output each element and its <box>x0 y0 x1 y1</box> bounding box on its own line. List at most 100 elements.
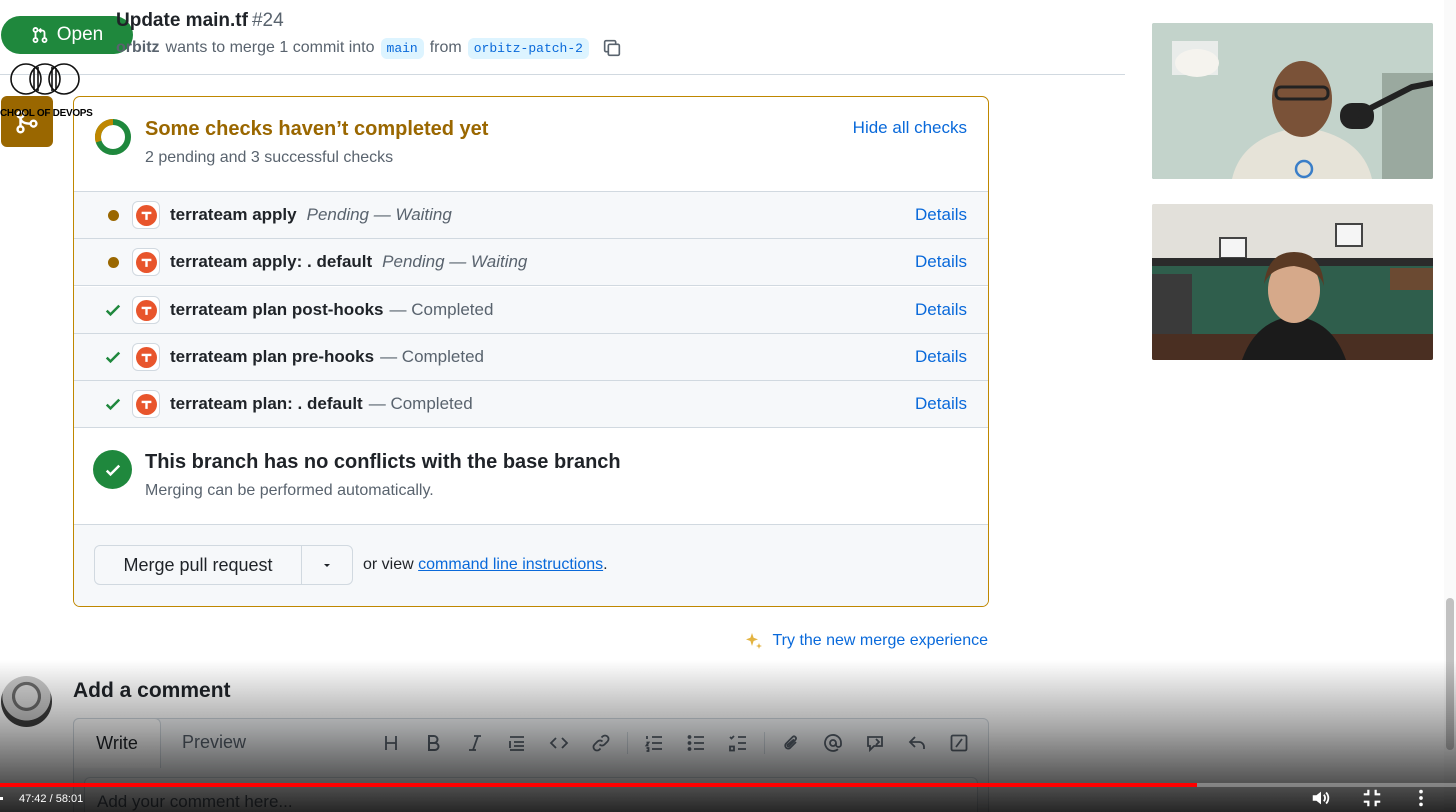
check-row: terrateam apply: . default Pending — Wait… <box>74 239 988 286</box>
mention-button[interactable] <box>812 731 854 755</box>
comment-editor: Write Preview Add your comment here... <box>73 718 989 812</box>
try-new-merge-link[interactable]: Try the new merge experience <box>744 631 988 651</box>
check-row: terrateam apply Pending — Waiting Details <box>74 192 988 239</box>
sparkle-icon <box>746 633 763 649</box>
bold-button[interactable] <box>412 731 454 755</box>
conflict-status: This branch has no conflicts with the ba… <box>74 429 988 525</box>
italic-icon <box>469 735 481 751</box>
head-branch[interactable]: orbitz-patch-2 <box>467 37 589 59</box>
video-progress-bar[interactable] <box>0 783 1456 787</box>
pr-author[interactable]: orbitz <box>116 39 160 57</box>
check-details-link[interactable]: Details <box>915 252 967 272</box>
terrateam-app-icon[interactable] <box>132 390 160 418</box>
terrateam-app-icon[interactable] <box>132 248 160 276</box>
check-name-text: terrateam plan: . default <box>170 394 363 413</box>
scrollbar-thumb[interactable] <box>1446 598 1454 750</box>
avatar[interactable] <box>1 676 52 727</box>
check-details-link[interactable]: Details <box>915 300 967 320</box>
check-name: terrateam plan post-hooks — Completed <box>170 300 493 320</box>
pr-merge-summary: orbitz wants to merge 1 commit into main… <box>116 37 623 59</box>
check-name: terrateam apply: . default Pending — Wait… <box>170 252 527 272</box>
base-branch[interactable]: main <box>380 37 424 59</box>
command-line-instructions-link[interactable]: command line instructions <box>418 556 603 573</box>
or-view-text: or view <box>363 556 414 573</box>
task-list-button[interactable] <box>717 731 759 755</box>
page-scrollbar[interactable] <box>1444 0 1456 812</box>
attach-button[interactable] <box>770 731 812 755</box>
ordered-list-button[interactable] <box>633 731 675 755</box>
merge-footer: Merge pull request or view command line … <box>74 525 988 606</box>
terrateam-app-icon[interactable] <box>132 296 160 324</box>
merge-button-group: Merge pull request <box>94 545 353 585</box>
check-name-text: terrateam plan post-hooks <box>170 300 384 319</box>
video-progress-fill <box>0 783 1197 787</box>
check-status-text: — Completed <box>380 347 484 366</box>
more-options-button[interactable] <box>1408 786 1434 810</box>
paperclip-icon <box>784 735 797 750</box>
heading-icon <box>385 736 397 750</box>
terrateam-app-icon[interactable] <box>132 201 160 229</box>
webcam-feed-1 <box>1152 23 1433 179</box>
check-status-text: Pending — Waiting <box>306 205 452 224</box>
header-divider <box>0 74 1125 75</box>
check-status-text: — Completed <box>389 300 494 319</box>
code-icon <box>549 737 569 749</box>
check-name-text: terrateam apply <box>170 205 297 224</box>
pr-number: #24 <box>251 10 284 31</box>
quote-icon <box>509 736 524 751</box>
toolbar-divider <box>764 732 765 754</box>
school-of-devops-logo-icon <box>10 63 80 95</box>
check-name-text: terrateam apply: . default <box>170 252 373 271</box>
italic-button[interactable] <box>454 731 496 755</box>
unordered-list-icon <box>687 735 704 751</box>
exit-fullscreen-button[interactable] <box>1359 786 1385 810</box>
merge-method-dropdown[interactable] <box>302 546 352 584</box>
check-status-text: — Completed <box>368 394 473 413</box>
checks-header: Some checks haven’t completed yet 2 pend… <box>74 97 988 192</box>
reply-icon <box>908 736 925 749</box>
check-details-link[interactable]: Details <box>915 347 967 367</box>
check-row: terrateam plan: . default — Completed Deta… <box>74 381 988 428</box>
code-button[interactable] <box>538 731 580 755</box>
reply-button[interactable] <box>896 731 938 755</box>
unordered-list-button[interactable] <box>675 731 717 755</box>
pr-title-text: Update main.tf <box>116 10 248 31</box>
check-details-link[interactable]: Details <box>915 394 967 414</box>
slash-command-button[interactable] <box>938 731 980 755</box>
add-comment-heading: Add a comment <box>73 679 231 702</box>
webcam-tile-presenter-2 <box>1152 204 1433 360</box>
heading-button[interactable] <box>370 731 412 755</box>
check-details-link[interactable]: Details <box>915 205 967 225</box>
pending-dot-icon <box>108 209 119 221</box>
more-vertical-icon <box>1419 789 1423 807</box>
quote-button[interactable] <box>496 731 538 755</box>
copy-icon[interactable] <box>601 37 623 59</box>
exit-fullscreen-icon <box>1363 789 1381 807</box>
merge-box: Some checks haven’t completed yet 2 pend… <box>73 96 989 607</box>
pr-state-badge: Open <box>1 16 133 54</box>
volume-button[interactable] <box>1308 786 1334 810</box>
cli-instructions: or view command line instructions. <box>363 556 608 574</box>
check-icon <box>105 398 121 411</box>
conflict-title: This branch has no conflicts with the ba… <box>145 451 621 473</box>
checks-summary: 2 pending and 3 successful checks <box>145 149 394 166</box>
from-text: from <box>429 39 462 56</box>
toolbar-divider <box>627 732 628 754</box>
tab-write[interactable]: Write <box>73 718 161 768</box>
hide-all-checks-link[interactable]: Hide all checks <box>853 118 967 138</box>
git-pull-request-icon <box>32 27 48 43</box>
mention-icon <box>824 734 842 752</box>
video-timecode: 47:42 / 58:01 <box>19 793 84 805</box>
link-icon <box>592 734 610 752</box>
merge-text: wants to merge 1 commit into <box>165 39 375 56</box>
video-left-marker <box>0 797 3 800</box>
check-name: terrateam plan: . default — Completed <box>170 394 473 414</box>
cross-reference-button[interactable] <box>854 731 896 755</box>
merge-pull-request-button[interactable]: Merge pull request <box>95 546 302 584</box>
terrateam-app-icon[interactable] <box>132 343 160 371</box>
check-icon <box>105 304 121 317</box>
tab-preview[interactable]: Preview <box>182 732 246 753</box>
check-name: terrateam apply Pending — Waiting <box>170 205 452 225</box>
pr-state-label: Open <box>56 24 104 45</box>
link-button[interactable] <box>580 731 622 755</box>
